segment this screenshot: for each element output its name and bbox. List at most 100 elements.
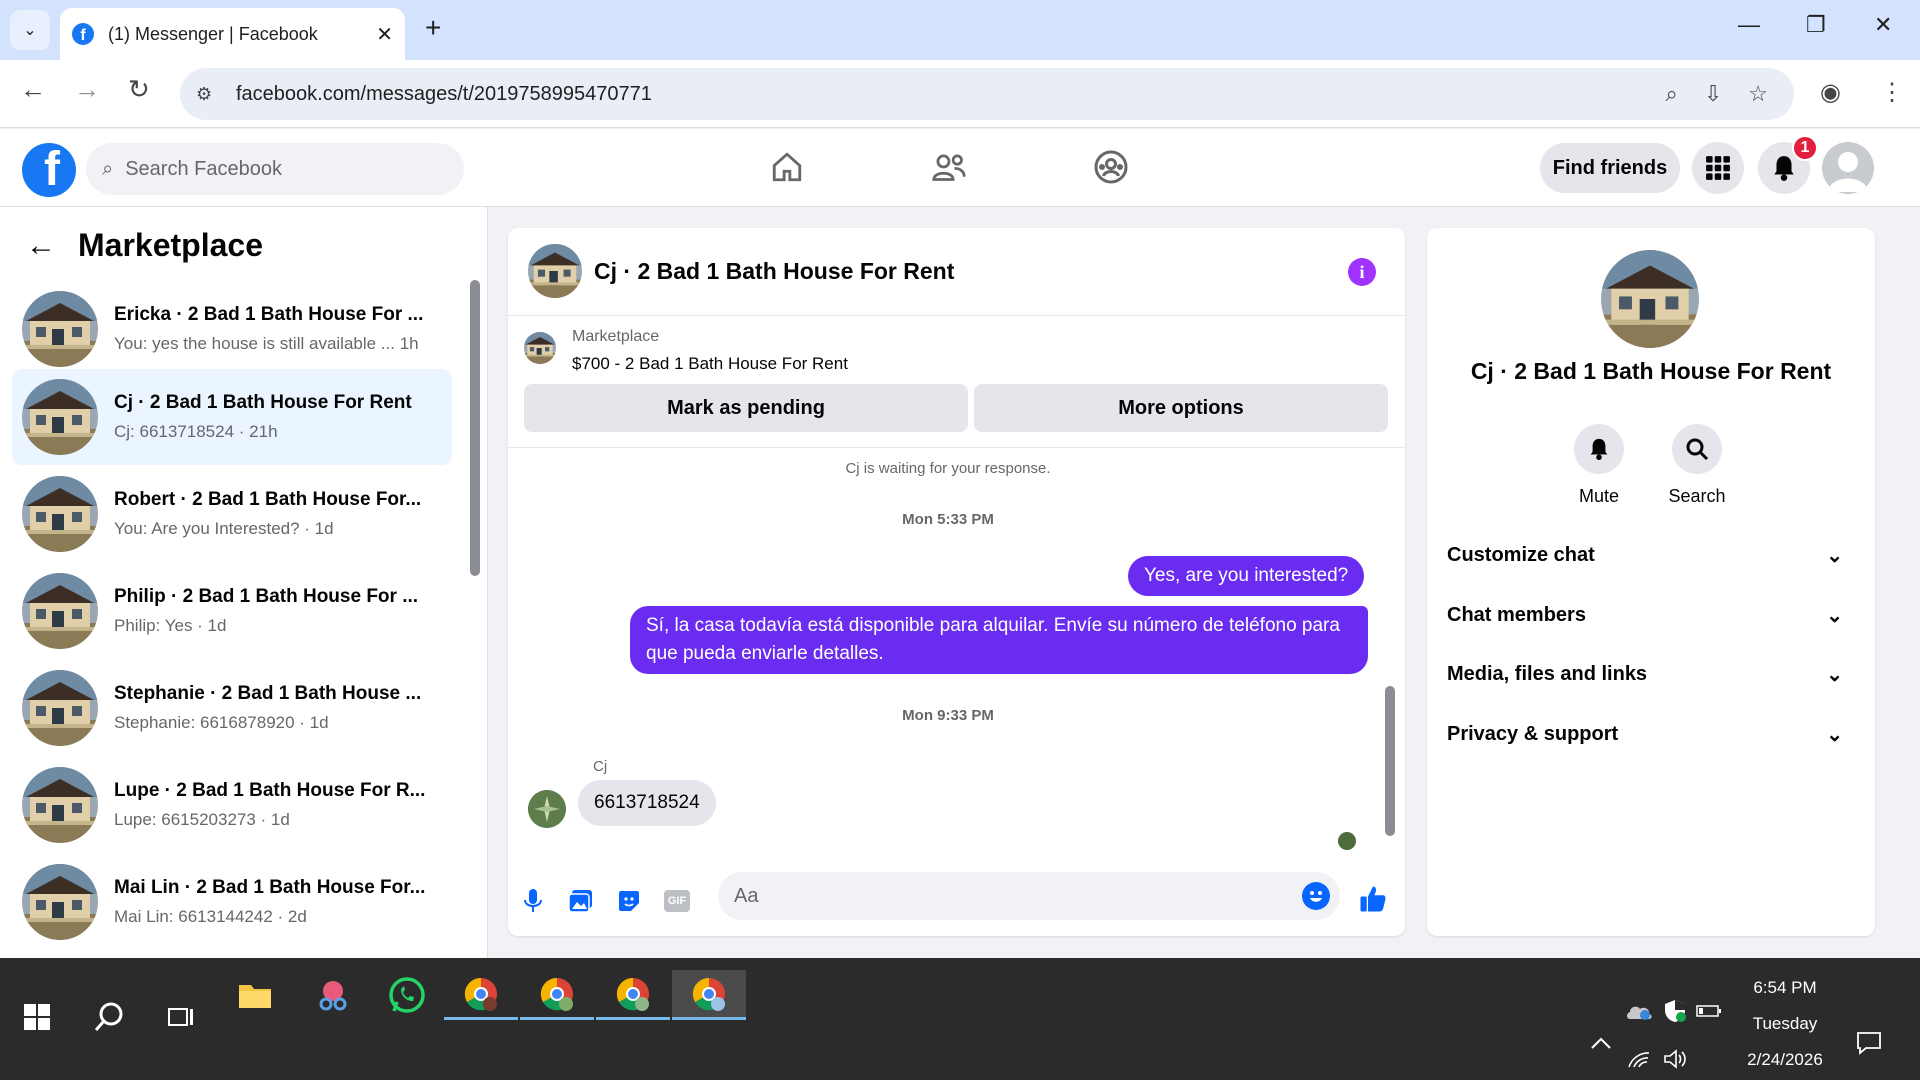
facebook-search[interactable]: ⌕ <box>86 143 464 195</box>
conversation-preview: Cj: 6613718524 · 21h <box>114 422 278 441</box>
conversation-item-mai-lin[interactable]: Mai Lin · 2 Bad 1 Bath House For... Mai … <box>12 854 452 950</box>
browser-tab[interactable]: f (1) Messenger | Facebook ✕ <box>60 8 405 60</box>
mute-button[interactable]: Mute <box>1559 424 1639 507</box>
chrome-window-icon[interactable] <box>444 970 518 1020</box>
battery-icon[interactable] <box>1694 986 1724 1036</box>
chrome-menu-icon[interactable]: ⋮ <box>1880 78 1904 107</box>
listing-thumbnail[interactable] <box>524 332 556 364</box>
wifi-icon[interactable] <box>1624 1034 1654 1080</box>
sender-avatar[interactable] <box>528 790 566 828</box>
menu-grid-icon[interactable] <box>1692 142 1744 194</box>
browser-toolbar: ← → ↻ ⚙ facebook.com/messages/t/20197589… <box>0 60 1920 128</box>
task-view-icon[interactable] <box>144 992 218 1042</box>
like-thumbs-up-icon[interactable] <box>1358 884 1388 914</box>
restore-icon[interactable]: ❐ <box>1806 12 1826 38</box>
whatsapp-icon[interactable] <box>370 970 444 1020</box>
photo-icon[interactable] <box>566 886 596 916</box>
profile-icon[interactable]: ◉ <box>1820 78 1841 107</box>
contact-photo[interactable] <box>1601 250 1699 348</box>
volume-icon[interactable] <box>1660 1034 1690 1080</box>
facebook-logo-icon[interactable]: f <box>22 143 76 197</box>
more-options-button[interactable]: More options <box>974 384 1388 432</box>
reload-icon[interactable]: ↻ <box>128 74 150 105</box>
message-composer[interactable] <box>718 872 1340 920</box>
marketplace-label: Marketplace <box>572 328 660 345</box>
message-input[interactable] <box>734 884 1274 908</box>
row-label: Privacy & support <box>1447 722 1619 745</box>
action-center-icon[interactable] <box>1832 1018 1906 1068</box>
back-arrow-icon[interactable]: ← <box>26 229 56 263</box>
home-icon[interactable] <box>762 145 812 189</box>
privacy-support-row[interactable]: Privacy & support ⌄ <box>1447 709 1855 759</box>
chat-listing-avatar[interactable] <box>528 244 582 298</box>
close-tab-icon[interactable]: ✕ <box>376 22 393 47</box>
windows-start-icon[interactable] <box>0 992 74 1042</box>
chrome-window-active-icon[interactable] <box>672 970 746 1020</box>
info-icon[interactable]: i <box>1348 258 1376 286</box>
conversation-sidebar: ← Marketplace Ericka · 2 Bad 1 Bath Hous… <box>0 207 488 958</box>
address-bar[interactable]: ⚙ facebook.com/messages/t/20197589954707… <box>180 68 1794 120</box>
facebook-header: f ⌕ Find friends <box>0 129 1920 207</box>
conversation-item-robert[interactable]: Robert · 2 Bad 1 Bath House For... You: … <box>12 466 452 562</box>
mark-as-pending-button[interactable]: Mark as pending <box>524 384 968 432</box>
chat-header: Cj · 2 Bad 1 Bath House For Rent i <box>508 228 1405 316</box>
emoji-icon[interactable] <box>1302 882 1330 910</box>
conversation-name: Lupe · 2 Bad 1 Bath House For R... <box>114 780 426 801</box>
bookmark-star-icon[interactable]: ☆ <box>1748 81 1768 107</box>
back-icon[interactable]: ← <box>20 74 46 105</box>
conversation-preview: Philip: Yes · 1d <box>114 616 227 635</box>
groups-icon[interactable] <box>1086 145 1136 189</box>
conversation-item-philip[interactable]: Philip · 2 Bad 1 Bath House For ... Phil… <box>12 563 452 659</box>
outgoing-message[interactable]: Sí, la casa todavía está disponible para… <box>630 606 1368 674</box>
forward-icon[interactable]: → <box>74 74 100 105</box>
search-in-chat-button[interactable]: Search <box>1657 424 1737 507</box>
install-app-icon[interactable]: ⇩ <box>1704 81 1722 107</box>
incoming-message[interactable]: 6613718524 <box>578 780 716 826</box>
clock-date: 2/24/2026 <box>1747 1050 1823 1069</box>
conversation-item-cj[interactable]: Cj · 2 Bad 1 Bath House For Rent Cj: 661… <box>12 369 452 465</box>
chat-members-row[interactable]: Chat members ⌄ <box>1447 590 1855 640</box>
conversation-item-ericka[interactable]: Ericka · 2 Bad 1 Bath House For ... You:… <box>12 281 452 377</box>
find-friends-button[interactable]: Find friends <box>1540 143 1680 193</box>
media-files-links-row[interactable]: Media, files and links ⌄ <box>1447 649 1855 699</box>
new-tab-button[interactable]: + <box>425 12 441 44</box>
onedrive-icon[interactable] <box>1624 986 1654 1036</box>
minimize-icon[interactable]: — <box>1738 12 1760 38</box>
conversation-preview: Lupe: 6615203273 · 1d <box>114 810 290 829</box>
listing-thumbnail <box>22 670 98 746</box>
taskbar-search-icon[interactable] <box>72 992 146 1042</box>
url-text[interactable]: facebook.com/messages/t/2019758995470771 <box>236 83 1666 106</box>
close-window-icon[interactable]: ✕ <box>1874 12 1892 38</box>
conversation-name: Stephanie · 2 Bad 1 Bath House ... <box>114 683 422 704</box>
chrome-window-icon[interactable] <box>596 970 670 1020</box>
snipping-tool-icon[interactable] <box>296 970 370 1020</box>
listing-title[interactable]: $700 - 2 Bad 1 Bath House For Rent <box>572 354 848 374</box>
conversation-item-lupe[interactable]: Lupe · 2 Bad 1 Bath House For R... Lupe:… <box>12 757 452 853</box>
customize-chat-row[interactable]: Customize chat ⌄ <box>1447 530 1855 580</box>
windows-security-icon[interactable] <box>1660 986 1690 1036</box>
gif-icon[interactable]: GIF <box>662 886 692 916</box>
zoom-icon[interactable]: ⌕ <box>1666 81 1678 107</box>
file-explorer-icon[interactable] <box>218 970 292 1020</box>
sidebar-scroll-thumb[interactable] <box>470 280 480 576</box>
seen-indicator-avatar <box>1338 832 1356 850</box>
tab-search-button[interactable]: ⌄ <box>10 10 50 50</box>
conversation-name: Ericka · 2 Bad 1 Bath House For ... <box>114 304 424 325</box>
sticker-icon[interactable] <box>614 886 644 916</box>
friends-icon[interactable] <box>924 145 974 189</box>
chrome-window-icon[interactable] <box>520 970 594 1020</box>
chat-title[interactable]: Cj · 2 Bad 1 Bath House For Rent <box>594 258 954 285</box>
outgoing-message[interactable]: Yes, are you interested? <box>1128 556 1365 596</box>
chat-scroll-thumb[interactable] <box>1385 686 1395 836</box>
site-info-icon[interactable]: ⚙ <box>196 84 226 105</box>
waiting-note: Cj is waiting for your response. <box>845 460 1051 477</box>
system-clock[interactable]: 6:54 PM Tuesday 2/24/2026 <box>1740 970 1830 1078</box>
chat-info-panel: Cj · 2 Bad 1 Bath House For Rent Mute Se… <box>1427 228 1875 936</box>
windows-taskbar: 6:54 PM Tuesday 2/24/2026 <box>0 958 1920 1080</box>
search-input[interactable] <box>125 157 426 181</box>
listing-thumbnail <box>22 476 98 552</box>
clock-day: Tuesday <box>1752 1014 1818 1033</box>
account-avatar[interactable] <box>1822 142 1874 194</box>
microphone-icon[interactable] <box>518 886 548 916</box>
conversation-item-stephanie[interactable]: Stephanie · 2 Bad 1 Bath House ... Steph… <box>12 660 452 756</box>
